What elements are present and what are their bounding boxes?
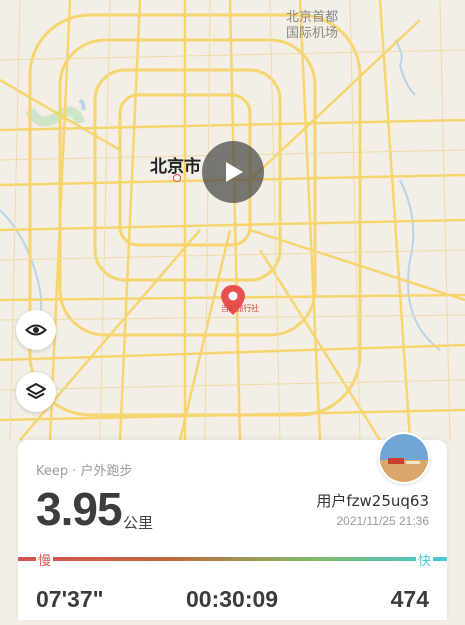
map-layers-button[interactable] <box>16 372 56 412</box>
pace-gradient-bar <box>18 557 447 561</box>
duration-value: 00:30:09 <box>186 586 279 612</box>
play-icon <box>226 162 243 182</box>
layers-icon <box>26 383 46 399</box>
calories-value: 474 <box>390 586 429 612</box>
visibility-toggle-button[interactable] <box>16 310 56 350</box>
activity-summary-card: Keep · 户外跑步 3.95 公里 用户fzw25uq63 2021/11/… <box>18 432 447 620</box>
distance-value: 3.95 <box>36 483 123 535</box>
activity-datetime: 2021/11/25 21:36 <box>336 514 429 528</box>
distance-unit: 公里 <box>123 514 154 532</box>
username: 用户fzw25uq63 <box>316 492 429 510</box>
airport-label: 北京首都 国际机场 <box>285 10 338 41</box>
play-button[interactable] <box>202 141 264 203</box>
avatar-image <box>380 434 428 482</box>
user-avatar[interactable] <box>378 432 430 484</box>
marker-label: 吉时旅行社 <box>221 304 259 313</box>
eye-icon <box>25 324 47 336</box>
pace-value: 07'37" <box>36 586 104 612</box>
activity-source: Keep · 户外跑步 <box>36 464 133 479</box>
slow-label: 慢 <box>36 550 54 569</box>
fast-label: 快 <box>415 550 433 569</box>
city-marker-icon <box>173 174 181 182</box>
